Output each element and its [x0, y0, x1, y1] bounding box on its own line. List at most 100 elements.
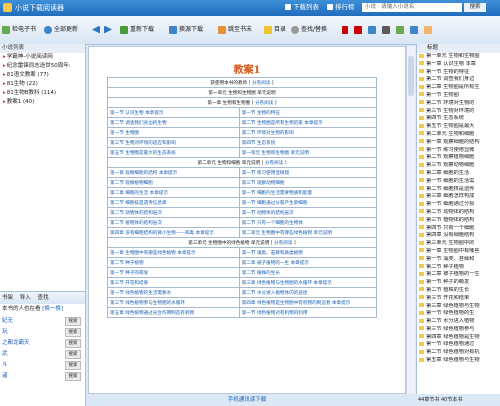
chapter-list-item[interactable]: 第三节 植物体的结构 — [417, 217, 500, 225]
download-list-button[interactable]: 下载列表 — [282, 2, 322, 13]
redownload-button[interactable]: 重新下载 — [120, 24, 154, 36]
chapter-link[interactable]: 第四章 没有细胞结构的微小生物——病毒 本章提示 — [107, 227, 240, 238]
chapter-list-item[interactable]: 第三单元 生物圈中的 — [417, 240, 500, 248]
chapter-link[interactable]: 第二节 生物圈是所有生物的家 本章提示 — [238, 117, 378, 128]
chapter-list-item[interactable]: 第一章 认识生物 本章 — [417, 61, 500, 69]
chapter-list-item[interactable]: 第二节 绿色植物对有机 — [417, 349, 500, 357]
fullscreen-button[interactable] — [410, 24, 420, 36]
chapter-list-item[interactable]: 第一章 观察细胞的结构 — [417, 139, 500, 147]
chapter-link[interactable]: 第二节 植株的生长 — [238, 267, 378, 278]
chapter-link[interactable]: 第二章 细胞的生活 本章提示 — [107, 187, 240, 198]
chapter-list-item[interactable]: 第四节 生态系统 — [417, 115, 500, 123]
chapter-list-item[interactable]: 第二节 动物体的结构 — [417, 209, 500, 217]
chapter-link[interactable]: 第一章 观察细胞的结构 本章提示 — [107, 167, 240, 178]
recommend-search-button[interactable]: 搜索 — [65, 361, 81, 370]
chapter-link[interactable]: 第一节 练习使用显微镜 — [238, 167, 378, 178]
chapter-list-item[interactable]: 第三章 细胞怎样构成 — [417, 193, 500, 201]
search-button[interactable]: 搜索 — [464, 3, 486, 12]
reading-area[interactable]: 教案1 获使用本书的教师 [ 分卷阅读 ] 第一单元 生物和生物圈 单元说明 第一章… — [88, 46, 406, 394]
read-by-volume-link[interactable]: 分卷阅读 — [255, 101, 273, 106]
tree-item[interactable]: ▸纪念雷锋同志逝世50周年: — [0, 62, 85, 71]
chapter-link[interactable]: 第一节 细胞通过分裂产生新细胞 — [238, 197, 378, 208]
chapter-list-item[interactable]: 第二单元 生物和细胞 — [417, 131, 500, 139]
color-button[interactable] — [396, 24, 406, 36]
chapter-list-item[interactable]: 第三节 开花和结果 — [417, 295, 500, 303]
chapter-link[interactable]: 第三节 绿色植物参与生物圈的水循环 — [107, 297, 240, 308]
chapter-link[interactable]: 第三节 开花和结果 — [107, 277, 240, 288]
chapter-list-item[interactable]: 第一节 绿色植物通过 — [417, 341, 500, 349]
tree-item[interactable]: ▸81生物B教科 (114) — [0, 89, 85, 98]
chapter-list-item[interactable]: 第一节 绿色植物的生 — [417, 310, 500, 318]
find-replace-button[interactable]: 查找/替换 — [291, 24, 327, 36]
chapter-list-item[interactable]: 第一节 藻类、苔藓和 — [417, 256, 500, 264]
chapter-link[interactable]: 第二节 动物体的结构层次 — [107, 207, 240, 218]
chapter-list-item[interactable]: 第三节 生物对环境的 — [417, 108, 500, 116]
chapter-list-item[interactable]: 第一节 种子的萌发 — [417, 279, 500, 287]
chapter-link[interactable]: 第三节 生物对环境的适应和影响 — [107, 137, 240, 148]
chapter-link[interactable]: 第三节 观察动物细胞 — [238, 177, 378, 188]
chapter-link[interactable]: 第五节 生物圈是最大的生态系统 — [107, 147, 240, 158]
tab-import[interactable]: 导入 — [20, 295, 31, 301]
change-batch-link[interactable]: [换一换] — [42, 306, 63, 312]
chapter-link[interactable]: 第二节 细胞核是遗传信息库 — [107, 197, 240, 208]
forward-button[interactable] — [104, 24, 114, 36]
chapter-list-item[interactable]: 第四节 只有一个细胞 — [417, 225, 500, 233]
tree-item[interactable]: ▸学霸神-小说阅读网 — [0, 53, 85, 62]
chapter-link[interactable]: 第四节 生态系统 — [238, 137, 378, 148]
chapter-list-item[interactable]: 第二节 植株的生长 — [417, 287, 500, 295]
layout-button[interactable] — [382, 24, 392, 36]
chapter-list-item[interactable]: 第四章 绿色植物是生物 — [417, 334, 500, 342]
chapter-list-item[interactable]: 第五章 绿色植物与生物 — [417, 357, 500, 365]
recommend-search-button[interactable]: 搜索 — [65, 328, 81, 337]
chapter-link[interactable]: 第一节 认识生物 本章提示 — [107, 107, 240, 118]
recommend-search-button[interactable]: 搜索 — [65, 372, 81, 381]
chapter-link[interactable]: 第一节 生物的特征 — [238, 107, 378, 118]
tree-item[interactable]: ▸81生物 (22) — [0, 80, 85, 89]
chapter-link[interactable]: 第一节 绿色植物的生活需要水 — [107, 287, 240, 298]
chapter-link[interactable]: 第二节 只有一个细胞的生物体 — [238, 217, 378, 228]
chapter-link[interactable]: 第二节 水分进入植物体内的途径 — [238, 287, 378, 298]
search-input[interactable]: 小说 · 请输入小说名 — [362, 3, 462, 12]
chapter-list-item[interactable]: 第二章 细胞的生活 — [417, 170, 500, 178]
chapter-list-item[interactable]: 第三节 绿色植物参与 — [417, 326, 500, 334]
chapter-link[interactable]: 第一单元 生物和生物圈 单元说明 — [238, 147, 378, 158]
tree-item[interactable]: ▸81语文教案 (77) — [0, 71, 85, 80]
scrollbar-thumb[interactable] — [408, 56, 414, 96]
change-source-button[interactable]: 换源下载 — [169, 24, 203, 36]
ranking-button[interactable]: 排行榜 — [324, 2, 358, 13]
chapter-link[interactable]: 第三章 绿色植物与生物圈的水循环 本章提示 — [238, 277, 378, 288]
chapter-list-item[interactable]: 第一单元 生物和生物圈 — [417, 53, 500, 61]
chapter-list-item[interactable]: 第一节 细胞通过分裂 — [417, 201, 500, 209]
jump-to-end-button[interactable]: 跳至书末 — [218, 24, 252, 36]
chapter-link[interactable]: 第一节 绿色植物对有机物的利用 — [238, 307, 378, 318]
tab-search[interactable]: 查找 — [38, 295, 49, 301]
chapter-list-item[interactable]: 第二章 被子植物的一生 — [417, 271, 500, 279]
chapter-list-item[interactable]: 第二节 环境对生物的 — [417, 100, 500, 108]
chapter-link[interactable]: 第四章 绿色植物是生物圈中有机物的制造者 本章提示 — [238, 297, 378, 308]
chapter-list-item[interactable]: 第一节 生物的特征 — [417, 69, 500, 77]
chapter-list-item[interactable]: 第四章 没有细胞结构 — [417, 232, 500, 240]
chapter-link[interactable]: 第二节 调查我们身边的生物 — [107, 117, 240, 128]
chapter-list-item[interactable]: 第二节 细胞核是遗传 — [417, 186, 500, 194]
footer-link[interactable]: 手机通讯读下载 — [88, 394, 406, 406]
chapter-list-item[interactable]: 第二节 水分进入植物 — [417, 318, 500, 326]
read-by-volume-link[interactable]: 分卷阅读 — [274, 241, 292, 246]
contents-button[interactable]: 目录 — [264, 24, 286, 36]
chapter-list-item[interactable]: 第三节 观察动物细胞 — [417, 162, 500, 170]
document-scrollbar[interactable] — [406, 46, 415, 394]
back-button[interactable] — [92, 24, 102, 36]
chapter-list-item[interactable]: 第一节 练习使用显微 — [417, 147, 500, 155]
speak-button[interactable] — [368, 24, 378, 36]
chapter-list-item[interactable]: 第一节 生物圈 — [417, 92, 500, 100]
chapter-list-item[interactable]: 第五节 生物圈是最大 — [417, 123, 500, 131]
chapter-link[interactable]: 第一节 种子的萌发 — [107, 267, 240, 278]
chapter-link[interactable]: 第二节 植物体的结构层次 — [107, 217, 240, 228]
tab-bookshelf[interactable]: 书架 — [2, 295, 13, 301]
update-all-button[interactable]: 全部更新 — [44, 24, 78, 36]
chapter-link[interactable]: 第一章 生物圈中有哪些绿色植物 本章提示 — [107, 247, 240, 258]
chapter-link[interactable]: 第一节 藻类、苔藓和蕨类植物 — [238, 247, 378, 258]
chapter-list-item[interactable]: 第二节 观察植物细胞 — [417, 154, 500, 162]
zoom-out-button[interactable] — [342, 24, 350, 36]
settings-button[interactable] — [424, 24, 434, 36]
chapter-link[interactable]: 第二单元 生物圈中有哪些绿色植物 单元说明 — [238, 227, 378, 238]
